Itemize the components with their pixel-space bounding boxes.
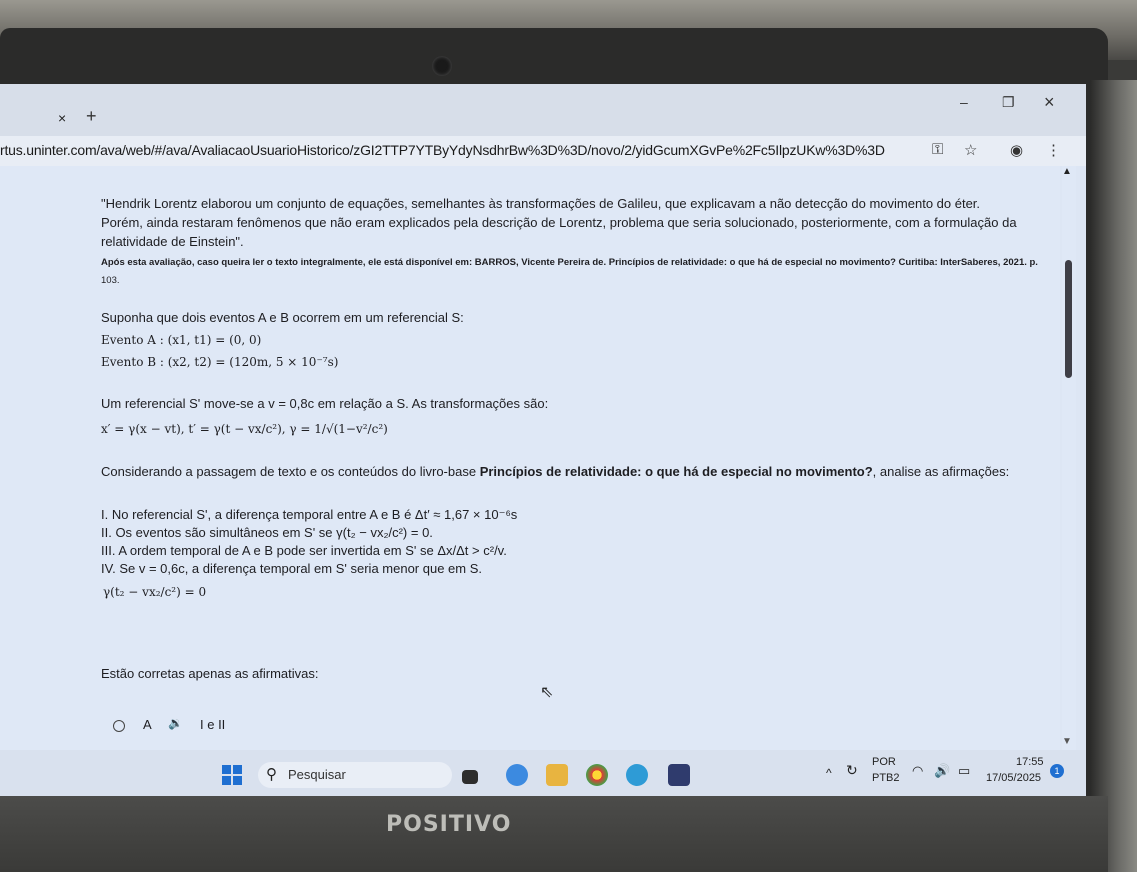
- speaker-icon[interactable]: 🔉: [168, 716, 183, 730]
- screen: × + – ❐ × rtus.uninter.com/ava/web/#/ava…: [0, 84, 1086, 796]
- new-tab-button[interactable]: +: [86, 106, 97, 127]
- source-line-2: 103.: [101, 275, 120, 286]
- password-key-icon[interactable]: ⚿: [932, 141, 943, 158]
- maximize-button[interactable]: ❐: [1002, 94, 1015, 111]
- bookmark-star-icon[interactable]: ☆: [964, 141, 977, 159]
- chat-icon[interactable]: [506, 764, 528, 786]
- close-window-button[interactable]: ×: [1044, 92, 1055, 113]
- battery-icon[interactable]: ▭: [958, 763, 970, 779]
- minimize-button[interactable]: –: [960, 94, 968, 110]
- scroll-up-icon[interactable]: ▲: [1062, 166, 1072, 177]
- search-icon: ⚲: [266, 766, 277, 783]
- address-bar[interactable]: rtus.uninter.com/ava/web/#/ava/Avaliacao…: [0, 136, 1086, 166]
- mouse-cursor-icon: ⇖: [540, 684, 554, 701]
- frame-moves-text: Um referencial S' move-se a v = 0,8c em …: [101, 396, 549, 411]
- event-b: Evento B : (x2, t2) = (120m, 5 × 10⁻⁷s): [101, 355, 339, 369]
- scroll-down-icon[interactable]: ▼: [1062, 736, 1072, 747]
- url-text[interactable]: rtus.uninter.com/ava/web/#/ava/Avaliacao…: [0, 142, 885, 158]
- statement-1: I. No referencial S', a diferença tempor…: [101, 507, 518, 522]
- language-top[interactable]: POR: [872, 756, 896, 768]
- option-a-radio[interactable]: [113, 720, 125, 732]
- browser-titlebar: × + – ❐ ×: [0, 84, 1086, 136]
- tray-chevron-icon[interactable]: ^: [826, 766, 832, 780]
- file-explorer-icon[interactable]: [546, 764, 568, 786]
- sync-icon[interactable]: ↻: [846, 762, 858, 779]
- clock-time[interactable]: 17:55: [1016, 756, 1044, 768]
- profile-icon[interactable]: ◉: [1010, 141, 1023, 159]
- webcam-icon: [432, 56, 452, 76]
- scrollbar[interactable]: ▲ ▼: [1062, 166, 1076, 750]
- laptop-edge: [1090, 80, 1137, 872]
- windows-start-icon[interactable]: [222, 765, 242, 785]
- correct-prompt: Estão corretas apenas as afirmativas:: [101, 666, 319, 681]
- option-a-letter[interactable]: A: [143, 717, 152, 732]
- store-icon[interactable]: [668, 764, 690, 786]
- event-a: Evento A : (x1, t1) = (0, 0): [101, 333, 262, 347]
- language-bottom[interactable]: PTB2: [872, 772, 900, 784]
- scroll-thumb[interactable]: [1065, 260, 1072, 378]
- laptop-bottom-bezel: [0, 796, 1108, 872]
- source-line-1: Após esta avaliação, caso queira ler o t…: [101, 257, 1038, 268]
- chrome-icon[interactable]: [586, 764, 608, 786]
- clock-date[interactable]: 17/05/2025: [986, 772, 1041, 784]
- menu-kebab-icon[interactable]: ⋮: [1046, 141, 1061, 159]
- tab-close-icon[interactable]: ×: [58, 110, 66, 126]
- statement-2: II. Os eventos são simultâneos em S' se …: [101, 525, 433, 540]
- taskbar-search[interactable]: ⚲ Pesquisar: [258, 762, 452, 788]
- edge-icon[interactable]: [626, 764, 648, 786]
- considering-text: Considerando a passagem de texto e os co…: [101, 464, 1009, 479]
- brand-logo: POSITIVO: [386, 812, 512, 837]
- taskbar: ⚲ Pesquisar ^ ↻ POR PTB2 ◠ 🔊 ▭ 17:55 17/…: [0, 750, 1086, 796]
- considering-suffix: , analise as afirmações:: [872, 464, 1010, 479]
- considering-prefix: Considerando a passagem de texto e os co…: [101, 464, 480, 479]
- search-placeholder[interactable]: Pesquisar: [288, 767, 346, 782]
- question-content: "Hendrik Lorentz elaborou um conjunto de…: [0, 166, 1060, 750]
- quote-line-3: relatividade de Einstein".: [101, 234, 244, 249]
- quote-line-1: "Hendrik Lorentz elaborou um conjunto de…: [101, 196, 981, 211]
- wifi-icon[interactable]: ◠: [912, 763, 923, 779]
- notification-badge[interactable]: 1: [1050, 764, 1064, 778]
- transformations-formula: x′ = γ(x − vt), t′ = γ(t − vx/c²), γ = 1…: [101, 422, 388, 436]
- statement-3: III. A ordem temporal de A e B pode ser …: [101, 543, 507, 558]
- statement-4: IV. Se v = 0,6c, a diferença temporal em…: [101, 561, 482, 576]
- suppose-text: Suponha que dois eventos A e B ocorrem e…: [101, 310, 464, 325]
- quote-line-2: Porém, ainda restaram fenômenos que não …: [101, 215, 1017, 230]
- extra-formula: γ(t₂ − vx₂/c²) = 0: [103, 585, 207, 599]
- book-title: Princípios de relatividade: o que há de …: [479, 464, 873, 479]
- option-a-text[interactable]: I e II: [200, 717, 225, 732]
- task-view-icon[interactable]: [462, 770, 478, 784]
- volume-icon[interactable]: 🔊: [934, 763, 950, 779]
